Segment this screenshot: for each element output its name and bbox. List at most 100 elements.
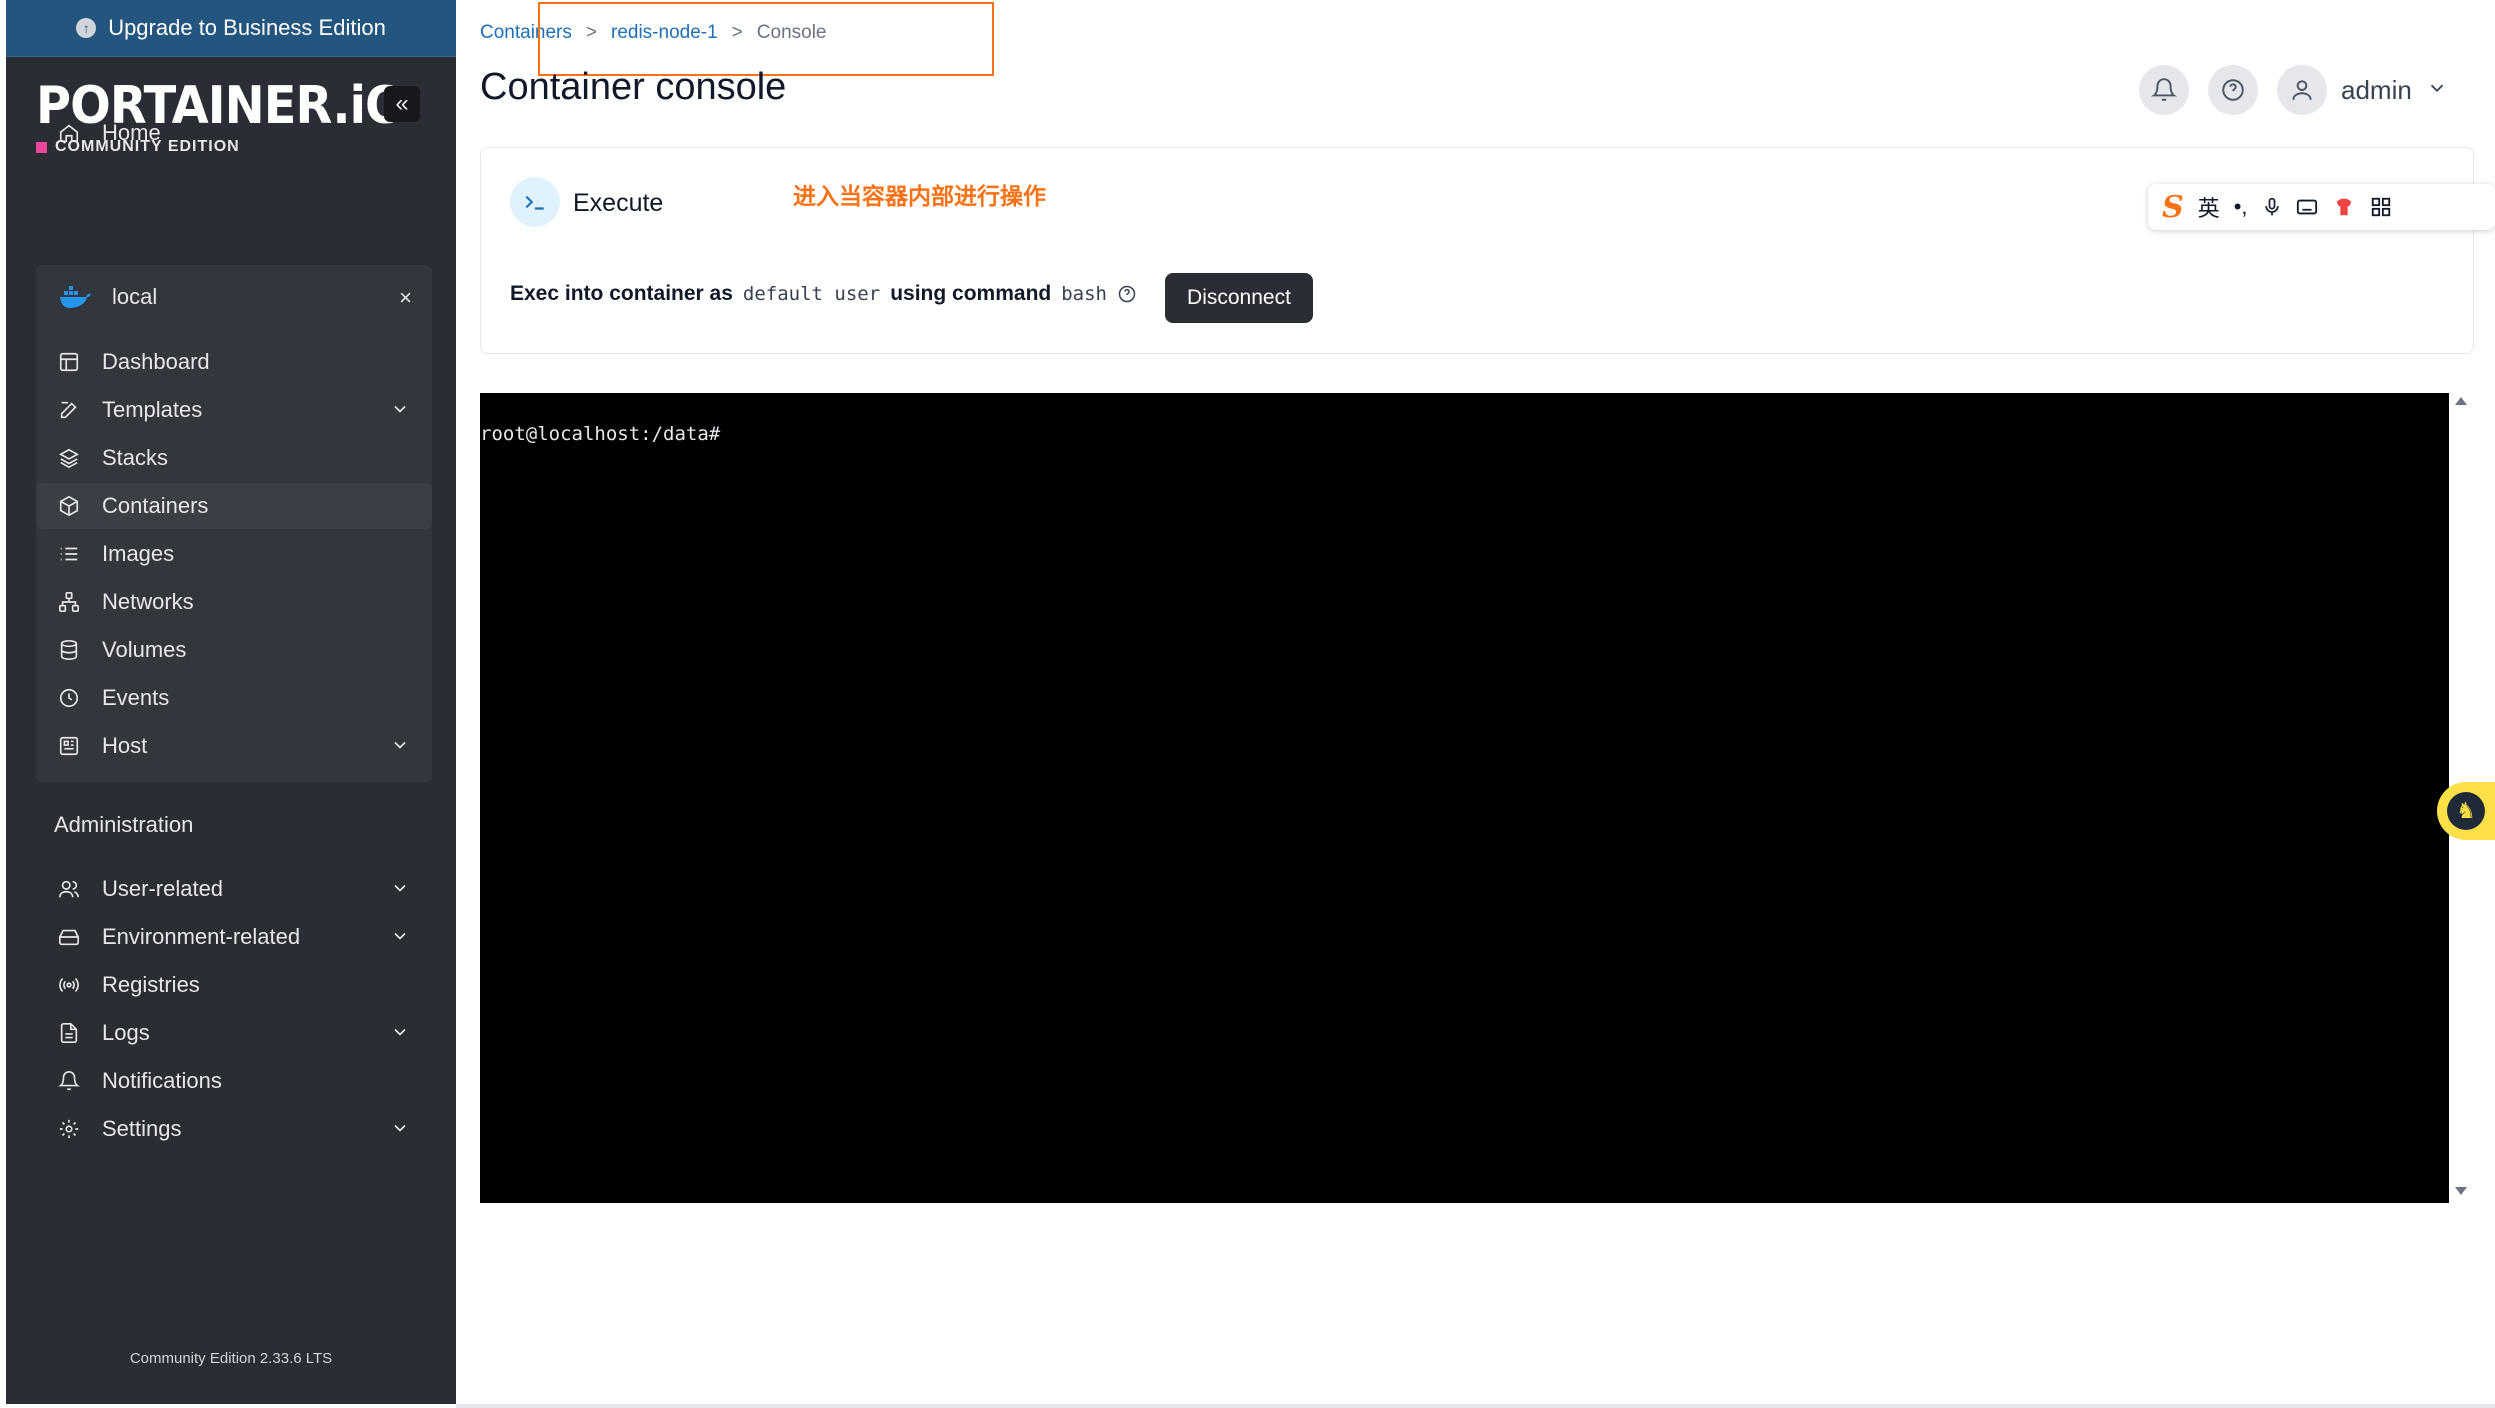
chevron-down-icon [390, 878, 410, 898]
chevron-down-icon [390, 1022, 410, 1042]
sidebar-item-notifications[interactable]: Notifications [36, 1058, 432, 1104]
list-icon [58, 543, 80, 565]
sidebar-item-images[interactable]: Images [36, 531, 432, 577]
chevron-down-icon [390, 1118, 410, 1138]
bell-icon [2151, 78, 2177, 101]
sidebar-item-home[interactable]: Home [36, 110, 432, 156]
help-circle-icon [2222, 79, 2244, 101]
exec-command-label: using command [890, 282, 1052, 305]
sidebar-item-label: Volumes [102, 637, 187, 662]
host-icon [58, 735, 80, 757]
sidebar-item-settings[interactable]: Settings [36, 1106, 432, 1152]
help-button[interactable] [2208, 65, 2258, 115]
network-icon [58, 591, 80, 613]
bottom-divider [456, 1404, 2495, 1408]
box-icon [58, 495, 80, 517]
administration-heading: Administration [54, 812, 194, 837]
sidebar-item-label: Stacks [102, 445, 169, 470]
exec-prefix-label: Exec into container as [510, 282, 733, 305]
upgrade-banner[interactable]: ↑ Upgrade to Business Edition [6, 0, 456, 57]
page-title: Container console [480, 66, 787, 108]
user-menu[interactable]: admin [2277, 65, 2448, 115]
dashboard-icon [58, 351, 80, 373]
docker-icon [60, 286, 91, 308]
sidebar-item-label: Events [102, 685, 170, 710]
file-text-icon [58, 1022, 80, 1044]
sidebar-item-label: Networks [102, 589, 194, 614]
home-icon [58, 122, 80, 144]
assistant-icon: ♞ [2447, 792, 2485, 830]
sidebar-item-containers[interactable]: Containers [36, 483, 432, 529]
sidebar-item-label: Settings [102, 1116, 182, 1141]
upgrade-label: Upgrade to Business Edition [108, 15, 386, 40]
sidebar-item-label: Templates [102, 397, 203, 422]
sidebar-item-label: Logs [102, 1020, 150, 1045]
exec-command-value: bash [1061, 283, 1107, 305]
radio-icon [58, 974, 80, 996]
sidebar-item-label: Environment-related [102, 924, 301, 949]
upgrade-arrow-icon: ↑ [76, 18, 97, 38]
sidebar-item-logs[interactable]: Logs [36, 1010, 432, 1056]
sidebar-item-label: Home [102, 120, 161, 145]
user-icon [2292, 80, 2312, 100]
database-icon [58, 639, 80, 661]
layers-icon [58, 447, 80, 469]
terminal-icon [510, 177, 560, 227]
users-icon [58, 878, 80, 900]
chevron-down-icon [390, 926, 410, 946]
scroll-up-icon[interactable] [2455, 397, 2467, 405]
environment-header[interactable]: local × [36, 273, 432, 321]
exec-info-line: Exec into container as default user usin… [510, 282, 1137, 306]
execute-title: Execute [573, 189, 664, 217]
clock-icon [58, 687, 80, 709]
sidebar-item-dashboard[interactable]: Dashboard [36, 339, 432, 385]
chevron-down-icon [390, 735, 410, 755]
sidebar-item-events[interactable]: Events [36, 675, 432, 721]
sidebar-item-templates[interactable]: Templates [36, 387, 432, 433]
scroll-down-icon[interactable] [2455, 1187, 2467, 1195]
exec-user-value: default user [742, 283, 881, 305]
annotation-highlight-box [538, 2, 994, 76]
environment-name: local [112, 284, 158, 309]
sidebar-item-volumes[interactable]: Volumes [36, 627, 432, 673]
sidebar-item-networks[interactable]: Networks [36, 579, 432, 625]
sidebar-item-stacks[interactable]: Stacks [36, 435, 432, 481]
sogou-logo-icon[interactable]: S [2162, 190, 2184, 225]
version-label: Community Edition 2.33.6 LTS [129, 1350, 333, 1367]
sidebar-item-registries[interactable]: Registries [36, 962, 432, 1008]
user-name: admin [2341, 74, 2412, 105]
ime-language-toggle[interactable]: 英 [2198, 191, 2220, 223]
skin-shirt-icon[interactable] [2332, 196, 2356, 218]
floating-assistant-widget[interactable]: ♞ [2437, 782, 2495, 840]
hard-drive-icon [58, 926, 80, 948]
user-avatar [2277, 65, 2327, 115]
help-circle-icon[interactable] [1117, 284, 1137, 304]
sidebar-item-label: Host [102, 733, 148, 758]
terminal-window[interactable] [480, 393, 2449, 1203]
sidebar-item-user-related[interactable]: User-related [36, 866, 432, 912]
close-environment-icon[interactable]: × [399, 285, 412, 311]
disconnect-button[interactable]: Disconnect [1165, 273, 1313, 323]
sidebar: ↑ Upgrade to Business Edition PORTAINER.… [6, 0, 456, 1404]
bell-icon [58, 1070, 80, 1092]
microphone-icon[interactable] [2262, 196, 2282, 218]
sidebar-item-label: User-related [102, 876, 224, 901]
sidebar-item-label: Registries [102, 972, 200, 997]
chevron-down-icon [390, 399, 410, 419]
grid-apps-icon[interactable] [2370, 196, 2392, 218]
execute-card [480, 147, 2474, 354]
sidebar-item-label: Notifications [102, 1068, 222, 1093]
chevron-down-icon [2426, 75, 2448, 106]
annotation-text: 进入当容器内部进行操作 [793, 184, 1046, 210]
sidebar-item-label: Containers [102, 493, 209, 518]
sidebar-item-label: Images [102, 541, 175, 566]
ime-toolbar[interactable]: S 英 •, [2148, 184, 2495, 230]
punctuation-icon[interactable]: •, [2234, 194, 2248, 220]
sidebar-item-host[interactable]: Host [36, 723, 432, 769]
keyboard-icon[interactable] [2296, 196, 2318, 218]
sidebar-item-environment-related[interactable]: Environment-related [36, 914, 432, 960]
sidebar-item-label: Dashboard [102, 349, 210, 374]
edit-icon [58, 399, 80, 421]
terminal-prompt: root@localhost:/data# [480, 423, 721, 445]
notifications-button[interactable] [2139, 65, 2189, 115]
